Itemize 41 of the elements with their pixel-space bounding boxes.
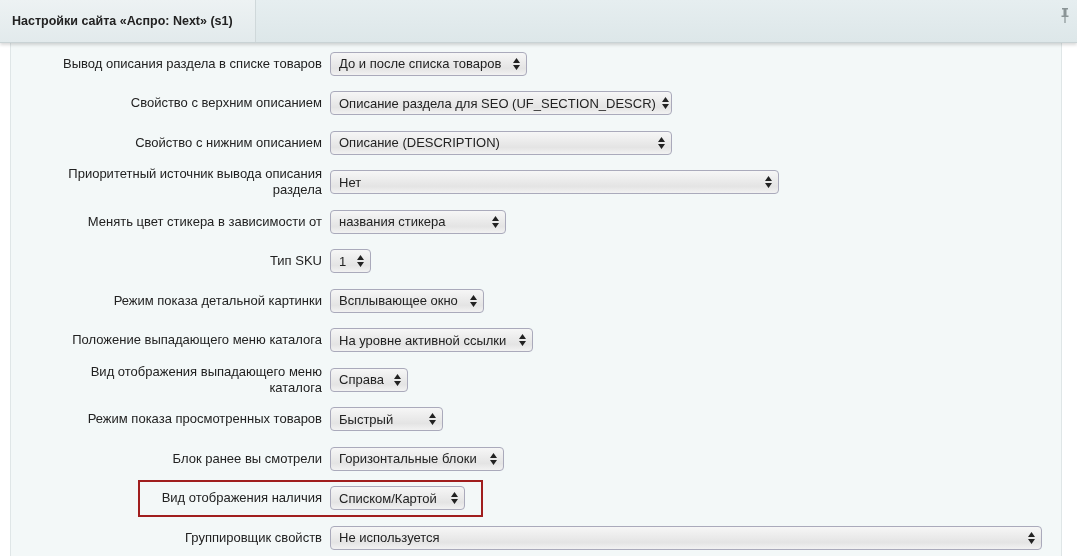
select-field[interactable]: Описание раздела для SEO (UF_SECTION_DESCR) bbox=[330, 91, 672, 116]
updown-arrows-icon bbox=[451, 492, 458, 505]
updown-arrows-icon bbox=[513, 57, 520, 70]
updown-arrows-icon bbox=[658, 136, 665, 149]
field-label: Вид отображения наличия bbox=[161, 490, 322, 507]
updown-arrows-icon bbox=[492, 215, 499, 228]
updown-arrows-icon bbox=[394, 373, 401, 386]
field-label: Свойство с нижним описанием bbox=[135, 134, 322, 151]
updown-arrows-icon bbox=[765, 176, 772, 189]
field-label: Режим показа детальной картинки bbox=[113, 292, 322, 309]
select-field[interactable]: На уровне активной ссылки bbox=[330, 328, 533, 353]
field-label: Приоритетный источник вывода описания раздела bbox=[67, 166, 322, 199]
select-field[interactable]: Списком/Картой bbox=[330, 486, 465, 511]
updown-arrows-icon bbox=[470, 294, 477, 307]
updown-arrows-icon bbox=[519, 334, 526, 347]
updown-arrows-icon bbox=[490, 452, 497, 465]
select-field[interactable]: Описание (DESCRIPTION) bbox=[330, 130, 672, 155]
settings-tab[interactable]: Настройки сайта «Аспро: Next» (s1) bbox=[0, 0, 256, 42]
updown-arrows-icon bbox=[661, 97, 669, 110]
field-label: Режим показа просмотренных товаров bbox=[87, 411, 322, 428]
field-label: Свойство с верхним описанием bbox=[130, 95, 322, 112]
field-label: Положение выпадающего меню каталога bbox=[72, 332, 322, 349]
field-label: Вывод описания раздела в списке товаров bbox=[63, 55, 322, 72]
updown-arrows-icon bbox=[429, 413, 436, 426]
field-label: Вид отображения выпадающего меню каталога bbox=[89, 363, 322, 396]
updown-arrows-icon bbox=[357, 255, 364, 268]
field-label: Менять цвет стикера в зависимости от bbox=[87, 213, 322, 230]
pin-icon[interactable] bbox=[1061, 7, 1069, 23]
select-field[interactable]: Справа bbox=[330, 367, 408, 392]
select-field[interactable]: названия стикера bbox=[330, 209, 506, 234]
select-field[interactable]: Нет bbox=[330, 170, 779, 195]
select-field[interactable]: Не используется bbox=[330, 525, 1042, 550]
select-field[interactable]: Горизонтальные блоки bbox=[330, 446, 504, 471]
field-label: Группировщик свойств bbox=[185, 529, 322, 546]
select-field[interactable]: До и после списка товаров bbox=[330, 51, 527, 76]
updown-arrows-icon bbox=[1028, 531, 1035, 544]
field-label: Блок ранее вы смотрели bbox=[172, 450, 322, 467]
select-field[interactable]: Всплывающее окно bbox=[330, 288, 484, 313]
field-label: Тип SKU bbox=[270, 253, 322, 270]
select-field[interactable]: 1 bbox=[330, 249, 371, 274]
select-field[interactable]: Быстрый bbox=[330, 407, 443, 432]
